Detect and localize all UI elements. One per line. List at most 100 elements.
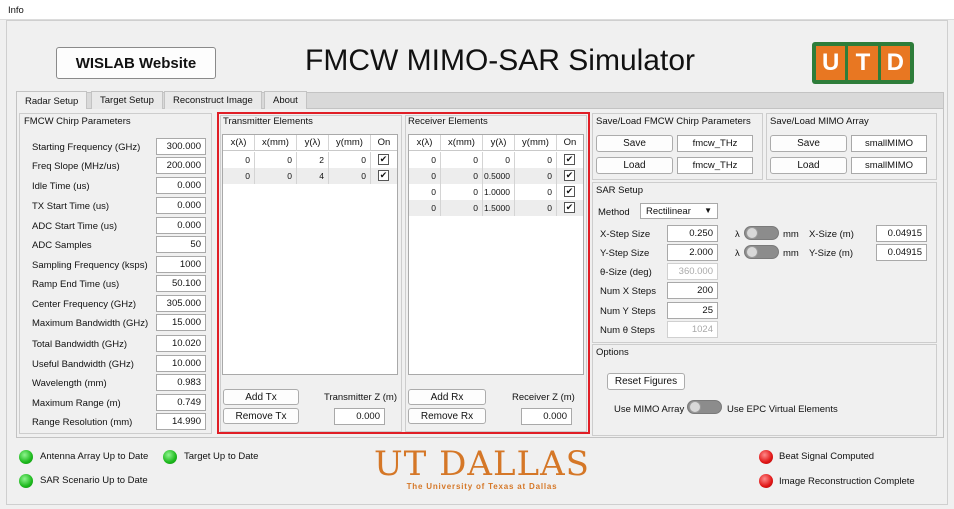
sar-setup-title: SAR Setup bbox=[596, 185, 643, 196]
chirp-param-label: ADC Start Time (us) bbox=[32, 221, 117, 232]
chirp-param-input[interactable]: 50.100 bbox=[156, 275, 206, 292]
app-title: FMCW MIMO-SAR Simulator bbox=[305, 44, 695, 77]
tab-target-setup[interactable]: Target Setup bbox=[91, 91, 163, 109]
antenna-status-lamp bbox=[19, 450, 33, 464]
chirp-panel-title: FMCW Chirp Parameters bbox=[24, 116, 131, 127]
toggle-knob bbox=[746, 246, 758, 258]
chirp-param-label: Freq Slope (MHz/us) bbox=[32, 161, 120, 172]
chirp-param-label: Sampling Frequency (ksps) bbox=[32, 260, 148, 271]
ut-dallas-logo: UT DALLAS bbox=[374, 444, 590, 484]
chirp-param-label: Useful Bandwidth (GHz) bbox=[32, 359, 134, 370]
chirp-param-label: Wavelength (mm) bbox=[32, 378, 107, 389]
method-label: Method bbox=[598, 207, 630, 218]
y-step-mm-label: mm bbox=[783, 248, 799, 259]
y-step-input[interactable]: 2.000 bbox=[667, 244, 718, 261]
num-y-steps-label: Num Y Steps bbox=[600, 306, 656, 317]
load-chirp-button[interactable]: Load bbox=[596, 157, 673, 174]
method-dropdown[interactable]: Rectilinear ▼ bbox=[640, 203, 718, 219]
chirp-param-input: 0.983 bbox=[156, 374, 206, 391]
y-size-label: Y-Size (m) bbox=[809, 248, 853, 259]
load-mimo-filename[interactable]: smallMIMO bbox=[851, 157, 927, 174]
chirp-param-input: 14.990 bbox=[156, 413, 206, 430]
x-size-label: X-Size (m) bbox=[809, 229, 854, 240]
num-theta-steps-input: 1024 bbox=[667, 321, 718, 338]
chirp-param-label: Maximum Bandwidth (GHz) bbox=[32, 318, 149, 329]
save-chirp-button[interactable]: Save bbox=[596, 135, 673, 152]
logo-letter-u: U bbox=[816, 46, 846, 80]
load-chirp-filename[interactable]: fmcw_THz bbox=[677, 157, 753, 174]
save-chirp-filename[interactable]: fmcw_THz bbox=[677, 135, 753, 152]
chirp-param-label: TX Start Time (us) bbox=[32, 201, 110, 212]
chirp-param-input[interactable]: 0.000 bbox=[156, 217, 206, 234]
chirp-param-input: 10.020 bbox=[156, 335, 206, 352]
tab-about[interactable]: About bbox=[264, 91, 307, 109]
tab-reconstruct-image[interactable]: Reconstruct Image bbox=[164, 91, 262, 109]
chirp-param-input: 305.000 bbox=[156, 295, 206, 312]
num-y-steps-input[interactable]: 25 bbox=[667, 302, 718, 319]
chirp-param-label: Total Bandwidth (GHz) bbox=[32, 339, 128, 350]
target-status-lamp bbox=[163, 450, 177, 464]
save-mimo-filename[interactable]: smallMIMO bbox=[851, 135, 927, 152]
chirp-param-input[interactable]: 50 bbox=[156, 236, 206, 253]
num-x-steps-input[interactable]: 200 bbox=[667, 282, 718, 299]
tab-radar-setup[interactable]: Radar Setup bbox=[16, 91, 88, 110]
logo-letter-d: D bbox=[880, 46, 910, 80]
x-step-label: X-Step Size bbox=[600, 229, 651, 240]
antenna-status-label: Antenna Array Up to Date bbox=[40, 451, 149, 462]
save-mimo-button[interactable]: Save bbox=[770, 135, 847, 152]
save-load-mimo-title: Save/Load MIMO Array bbox=[770, 116, 869, 127]
num-x-steps-label: Num X Steps bbox=[600, 286, 656, 297]
method-value: Rectilinear bbox=[646, 206, 691, 217]
use-mimo-label: Use MIMO Array bbox=[614, 404, 685, 415]
scenario-status-lamp bbox=[19, 474, 33, 488]
chirp-param-input: 10.000 bbox=[156, 355, 206, 372]
chirp-param-label: Center Frequency (GHz) bbox=[32, 299, 137, 310]
y-step-unit-toggle[interactable] bbox=[744, 245, 779, 259]
logo-letter-t: T bbox=[848, 46, 878, 80]
chirp-param-label: Idle Time (us) bbox=[32, 181, 90, 192]
chirp-param-label: ADC Samples bbox=[32, 240, 92, 251]
options-panel bbox=[592, 344, 937, 436]
y-size-value: 0.04915 bbox=[876, 244, 927, 261]
chirp-param-input[interactable]: 200.000 bbox=[156, 157, 206, 174]
theta-size-input: 360.000 bbox=[667, 263, 718, 280]
use-epc-label: Use EPC Virtual Elements bbox=[727, 404, 838, 415]
beat-status-lamp bbox=[759, 450, 773, 464]
chirp-param-label: Maximum Range (m) bbox=[32, 398, 121, 409]
chevron-down-icon: ▼ bbox=[704, 206, 712, 215]
mimo-epc-toggle[interactable] bbox=[687, 400, 722, 414]
target-status-label: Target Up to Date bbox=[184, 451, 259, 462]
chirp-param-label: Range Resolution (mm) bbox=[32, 417, 133, 428]
chirp-param-input[interactable]: 0.000 bbox=[156, 197, 206, 214]
x-step-mm-label: mm bbox=[783, 229, 799, 240]
chirp-param-label: Ramp End Time (us) bbox=[32, 279, 120, 290]
wislab-website-button[interactable]: WISLAB Website bbox=[56, 47, 216, 79]
chirp-param-label: Starting Frequency (GHz) bbox=[32, 142, 141, 153]
chirp-param-input: 15.000 bbox=[156, 314, 206, 331]
chirp-param-input[interactable]: 300.000 bbox=[156, 138, 206, 155]
load-mimo-button[interactable]: Load bbox=[770, 157, 847, 174]
utd-logo: U T D bbox=[812, 42, 914, 84]
x-step-lambda-label: λ bbox=[735, 229, 740, 240]
x-step-unit-toggle[interactable] bbox=[744, 226, 779, 240]
menu-info[interactable]: Info bbox=[8, 5, 24, 16]
save-load-chirp-title: Save/Load FMCW Chirp Parameters bbox=[596, 116, 751, 127]
num-theta-steps-label: Num θ Steps bbox=[600, 325, 655, 336]
chirp-param-input[interactable]: 0.000 bbox=[156, 177, 206, 194]
recon-status-label: Image Reconstruction Complete bbox=[779, 476, 915, 487]
scenario-status-label: SAR Scenario Up to Date bbox=[40, 475, 148, 486]
beat-status-label: Beat Signal Computed bbox=[779, 451, 875, 462]
toggle-knob bbox=[689, 401, 701, 413]
chirp-param-input[interactable]: 1000 bbox=[156, 256, 206, 273]
toggle-knob bbox=[746, 227, 758, 239]
menu-bar: Info bbox=[0, 0, 954, 20]
x-step-input[interactable]: 0.250 bbox=[667, 225, 718, 242]
theta-size-label: θ-Size (deg) bbox=[600, 267, 652, 278]
options-title: Options bbox=[596, 347, 629, 358]
y-step-label: Y-Step Size bbox=[600, 248, 650, 259]
x-size-value: 0.04915 bbox=[876, 225, 927, 242]
recon-status-lamp bbox=[759, 474, 773, 488]
reset-figures-button[interactable]: Reset Figures bbox=[607, 373, 685, 390]
chirp-param-input: 0.749 bbox=[156, 394, 206, 411]
array-elements-highlight bbox=[217, 112, 590, 434]
